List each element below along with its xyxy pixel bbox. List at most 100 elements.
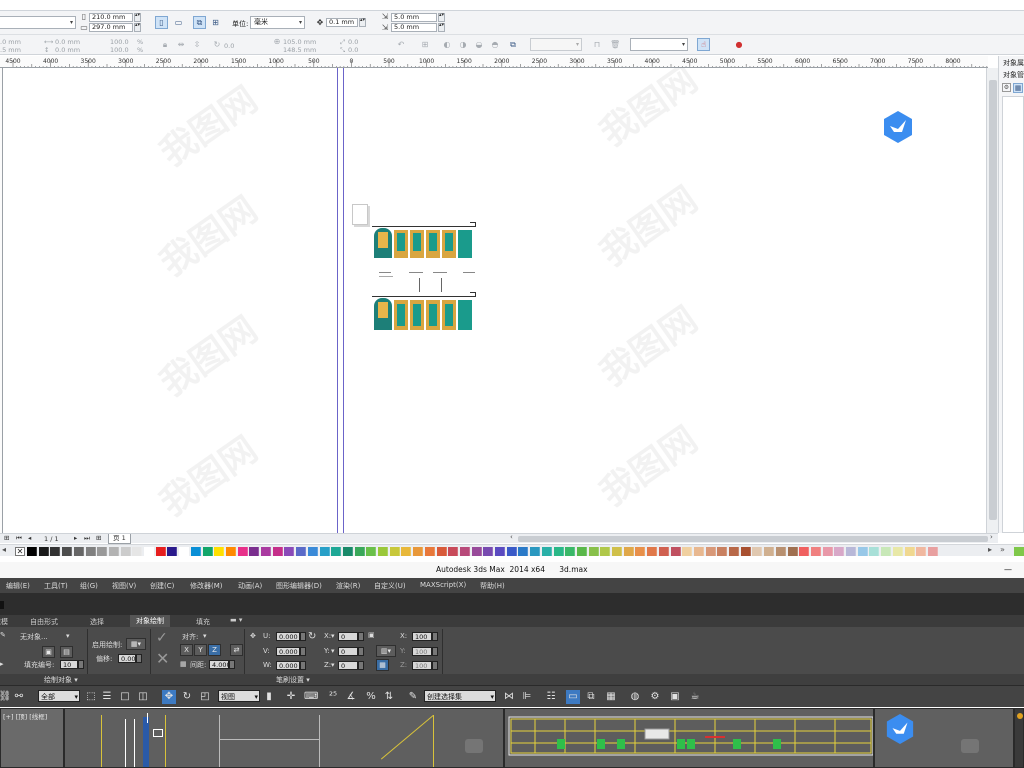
size-w-value[interactable]: 0.0 mm xyxy=(55,38,80,46)
color-swatch[interactable] xyxy=(27,547,37,556)
rotate-tool-icon[interactable]: ↻ xyxy=(308,631,316,642)
color-swatch[interactable] xyxy=(97,547,108,556)
all-pages-button[interactable]: ⧉ xyxy=(193,16,206,29)
units-dropdown[interactable]: 毫米 ▾ xyxy=(250,16,305,29)
scale-tool-icon[interactable]: ▣ xyxy=(368,631,375,639)
undo-transform-icon[interactable]: ↶ xyxy=(396,40,406,50)
scale-mode-dropdown[interactable]: ▥▾ xyxy=(376,645,396,657)
vertical-scrollbar[interactable] xyxy=(986,68,998,533)
keyboard-shortcut-icon[interactable]: ⌨ xyxy=(304,690,318,704)
check-icon[interactable]: ✓ xyxy=(156,630,168,646)
color-swatch[interactable] xyxy=(132,547,143,556)
docker-settings-icon[interactable]: ⚙ xyxy=(1002,83,1011,92)
page-height-field[interactable]: 297.0 mm xyxy=(89,23,133,32)
scale-y-spinner[interactable] xyxy=(432,647,438,656)
menu-item[interactable]: MAXScript(X) xyxy=(420,581,466,589)
create-boundary-icon[interactable]: ⧉ xyxy=(508,40,518,50)
u-field[interactable]: 0.000 xyxy=(276,632,300,641)
color-swatch[interactable] xyxy=(38,547,49,556)
menu-item[interactable]: 修改器(M) xyxy=(190,581,223,591)
page-width-field[interactable]: 210.0 mm xyxy=(89,13,133,22)
color-swatch[interactable] xyxy=(541,547,552,556)
palette-scroll-left-icon[interactable]: ◂ xyxy=(2,545,6,554)
duplicate-y-field[interactable]: 5.0 mm xyxy=(391,23,437,32)
docker-tab-object-properties[interactable]: 对象属 xyxy=(1003,58,1024,68)
docker-view-icon[interactable]: ▦ xyxy=(1013,83,1023,93)
color-swatch[interactable] xyxy=(331,547,342,556)
rotate-x-spinner[interactable] xyxy=(358,632,364,641)
duplicate-x-spinner[interactable]: ▴▾ xyxy=(438,13,445,22)
color-swatch[interactable] xyxy=(693,547,704,556)
color-swatch[interactable] xyxy=(167,547,178,556)
paint-on-dropdown[interactable]: ▦▾ xyxy=(126,638,146,650)
docker-tab-object-manager[interactable]: 对象管 xyxy=(1003,70,1024,80)
color-swatch[interactable] xyxy=(729,547,739,556)
color-swatch[interactable] xyxy=(272,547,283,556)
object-list-button[interactable]: ▤ xyxy=(60,646,73,658)
mirror-icon[interactable]: ⋈ xyxy=(502,690,516,704)
select-by-name-icon[interactable]: ☰ xyxy=(100,690,114,704)
chevron-down-icon[interactable]: ▾ xyxy=(66,632,70,640)
page-height-spinner[interactable]: ▴▾ xyxy=(134,23,141,32)
color-swatch[interactable] xyxy=(401,547,412,556)
scale-w-value[interactable]: 100.0 xyxy=(110,38,129,46)
lock-object-icon[interactable]: ⊓ xyxy=(592,40,602,50)
rect-selection-icon[interactable]: □ xyxy=(118,690,132,704)
color-swatch[interactable] xyxy=(50,547,61,556)
color-swatch[interactable] xyxy=(307,547,318,556)
color-swatch[interactable] xyxy=(366,547,377,556)
color-swatch[interactable] xyxy=(787,547,798,556)
menu-item[interactable]: 工具(T) xyxy=(44,581,68,591)
palette-scroll-right-icon[interactable]: ▸ xyxy=(988,545,992,554)
scale-z-spinner[interactable] xyxy=(432,661,438,670)
color-swatch[interactable] xyxy=(916,547,927,556)
link-icon[interactable]: ⛓ xyxy=(0,690,12,704)
color-swatch[interactable] xyxy=(471,547,482,556)
ribbon-tab[interactable]: 建模 xyxy=(0,617,8,627)
prev-page-icon[interactable]: ◂ xyxy=(28,534,31,542)
rotation-value[interactable]: 0.0 xyxy=(224,42,234,50)
docker-fill-icon[interactable] xyxy=(1014,547,1024,556)
touch-mode-button[interactable]: ☝ xyxy=(697,38,710,51)
color-swatch[interactable] xyxy=(413,547,424,556)
last-page-icon[interactable]: ⏭ xyxy=(84,534,90,543)
scrollbar-thumb[interactable] xyxy=(518,536,988,542)
outline-width-dropdown[interactable]: ▾ xyxy=(530,38,582,51)
color-swatch[interactable] xyxy=(284,547,295,556)
color-swatch[interactable] xyxy=(846,547,856,556)
color-swatch[interactable] xyxy=(857,547,868,556)
lock-ratio-icon[interactable]: 🔒︎ xyxy=(160,40,170,50)
design-artwork-bottom[interactable] xyxy=(372,292,476,332)
reference-coord-dropdown[interactable]: 视图 ▾ xyxy=(218,690,260,702)
color-swatch[interactable] xyxy=(261,547,271,556)
rotate-x-field[interactable]: 0 xyxy=(338,632,358,641)
bind-icon[interactable]: ⚯ xyxy=(12,690,26,704)
next-page-icon[interactable]: ▸ xyxy=(74,534,77,542)
color-swatch[interactable] xyxy=(647,547,658,556)
no-color-swatch[interactable]: ✕ xyxy=(15,547,25,556)
add-page-after-icon[interactable]: ⊞ xyxy=(96,534,101,542)
axis-x-button[interactable]: X xyxy=(180,644,193,656)
mirror-v-icon[interactable]: ⇳ xyxy=(192,40,202,50)
page-thumbnail[interactable] xyxy=(352,204,368,225)
color-swatch[interactable] xyxy=(892,547,903,556)
axis-y-button[interactable]: Y xyxy=(194,644,207,656)
color-swatch[interactable] xyxy=(483,547,494,556)
color-swatch[interactable] xyxy=(927,547,938,556)
size-h-value[interactable]: 0.0 mm xyxy=(55,46,80,54)
duplicate-y-spinner[interactable]: ▴▾ xyxy=(438,23,445,32)
color-proof-icon[interactable]: ● xyxy=(734,40,744,50)
viewport-top[interactable] xyxy=(64,708,504,768)
scale-y-field[interactable]: 100 xyxy=(412,647,432,656)
current-page-button[interactable]: ⊞ xyxy=(209,16,222,29)
pick-object-button[interactable]: ▣ xyxy=(42,646,55,658)
nudge-spinner[interactable]: ▴▾ xyxy=(359,18,366,27)
menu-item[interactable]: 创建(C) xyxy=(150,581,174,591)
align-icon[interactable]: ⊫ xyxy=(520,690,534,704)
color-swatch[interactable] xyxy=(904,547,915,556)
cancel-x-icon[interactable]: ✕ xyxy=(156,649,169,668)
select-scale-icon[interactable]: ◰ xyxy=(198,690,212,704)
rotate-z-field[interactable]: 0 xyxy=(338,661,358,670)
panel-label-brush-settings[interactable]: 笔刷设置 ▾ xyxy=(276,675,310,685)
color-swatch[interactable] xyxy=(85,547,96,556)
